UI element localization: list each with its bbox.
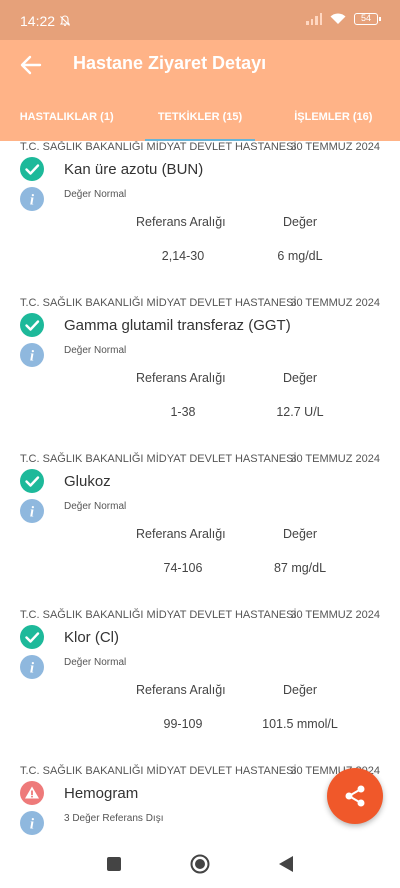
reference-range-value: 2,14-30 — [161, 249, 205, 263]
tab-tests[interactable]: TETKİKLER (15) — [133, 98, 266, 141]
test-date: 30 TEMMUZ 2024 — [290, 297, 380, 309]
warning-icon — [20, 781, 44, 805]
reference-range-label: Referans Aralığı — [136, 215, 226, 229]
battery-level: 54 — [360, 13, 371, 23]
page-title: Hastane Ziyaret Detayı — [73, 53, 267, 73]
test-value: 6 mg/dL — [277, 249, 323, 263]
hospital-name: T.C. SAĞLIK BAKANLIĞI MİDYAT DEVLET HAST… — [20, 609, 297, 621]
tab-diseases[interactable]: HASTALIKLAR (1) — [0, 98, 133, 141]
home-icon[interactable] — [190, 854, 210, 874]
check-circle-icon — [20, 157, 44, 181]
status-icons: 54 — [306, 13, 381, 25]
hospital-name: T.C. SAĞLIK BAKANLIĞI MİDYAT DEVLET HAST… — [20, 297, 297, 309]
back-triangle-icon[interactable] — [278, 855, 294, 873]
test-value: 101.5 mmol/L — [262, 717, 338, 731]
recent-apps-icon[interactable] — [107, 857, 121, 871]
value-status: Değer Normal — [64, 345, 127, 356]
info-icon[interactable]: i — [20, 655, 44, 679]
tab-bar: HASTALIKLAR (1) TETKİKLER (15) İŞLEMLER … — [0, 98, 400, 141]
test-card[interactable]: T.C. SAĞLIK BAKANLIĞI MİDYAT DEVLET HAST… — [0, 453, 400, 609]
app-bar: 14:22 54 Hastane Ziyaret Detayı HASTALIK… — [0, 0, 400, 141]
reference-range-value: 1-38 — [170, 405, 196, 419]
test-name: Hemogram — [64, 785, 139, 802]
info-icon[interactable]: i — [20, 187, 44, 211]
wifi-icon — [330, 13, 346, 24]
check-circle-icon — [20, 313, 44, 337]
value-status: 3 Değer Referans Dışı — [64, 813, 164, 824]
test-value: 87 mg/dL — [273, 561, 327, 575]
bell-muted-icon — [59, 15, 71, 26]
hospital-name: T.C. SAĞLIK BAKANLIĞI MİDYAT DEVLET HAST… — [20, 765, 297, 777]
reference-range-label: Referans Aralığı — [136, 683, 226, 697]
test-value: 12.7 U/L — [276, 405, 324, 419]
test-name: Kan üre azotu (BUN) — [64, 161, 204, 178]
info-icon[interactable]: i — [20, 499, 44, 523]
value-label: Değer — [283, 527, 318, 541]
check-circle-icon — [20, 469, 44, 493]
value-status: Değer Normal — [64, 501, 127, 512]
info-icon[interactable]: i — [20, 343, 44, 367]
signal-icon — [306, 13, 322, 25]
share-icon — [345, 785, 365, 807]
hospital-name: T.C. SAĞLIK BAKANLIĞI MİDYAT DEVLET HAST… — [20, 453, 297, 465]
status-time: 14:22 — [20, 13, 56, 29]
reference-range-label: Referans Aralığı — [136, 527, 226, 541]
test-name: Klor (Cl) — [64, 629, 119, 646]
hospital-name: T.C. SAĞLIK BAKANLIĞI MİDYAT DEVLET HAST… — [20, 141, 297, 153]
test-date: 30 TEMMUZ 2024 — [290, 453, 380, 465]
test-card[interactable]: T.C. SAĞLIK BAKANLIĞI MİDYAT DEVLET HAST… — [0, 141, 400, 297]
test-list: T.C. SAĞLIK BAKANLIĞI MİDYAT DEVLET HAST… — [0, 141, 400, 841]
test-name: Glukoz — [64, 473, 111, 490]
reference-range-value: 74-106 — [163, 561, 203, 575]
reference-range-value: 99-109 — [163, 717, 203, 731]
check-circle-icon — [20, 625, 44, 649]
value-label: Değer — [283, 683, 318, 697]
value-status: Değer Normal — [64, 189, 127, 200]
test-date: 30 TEMMUZ 2024 — [290, 609, 380, 621]
value-label: Değer — [283, 215, 318, 229]
reference-range-label: Referans Aralığı — [136, 371, 226, 385]
tab-procedures[interactable]: İŞLEMLER (16) — [267, 98, 400, 141]
info-icon[interactable]: i — [20, 811, 44, 835]
test-name: Gamma glutamil transferaz (GGT) — [64, 317, 291, 334]
test-card[interactable]: T.C. SAĞLIK BAKANLIĞI MİDYAT DEVLET HAST… — [0, 297, 400, 453]
arrow-left-icon[interactable] — [18, 52, 44, 78]
status-bar: 14:22 54 — [0, 0, 400, 40]
value-status: Değer Normal — [64, 657, 127, 668]
test-date: 30 TEMMUZ 2024 — [290, 141, 380, 153]
share-button[interactable] — [327, 768, 383, 824]
battery-icon: 54 — [354, 13, 381, 25]
system-nav-bar — [0, 841, 400, 888]
value-label: Değer — [283, 371, 318, 385]
test-card[interactable]: T.C. SAĞLIK BAKANLIĞI MİDYAT DEVLET HAST… — [0, 609, 400, 765]
